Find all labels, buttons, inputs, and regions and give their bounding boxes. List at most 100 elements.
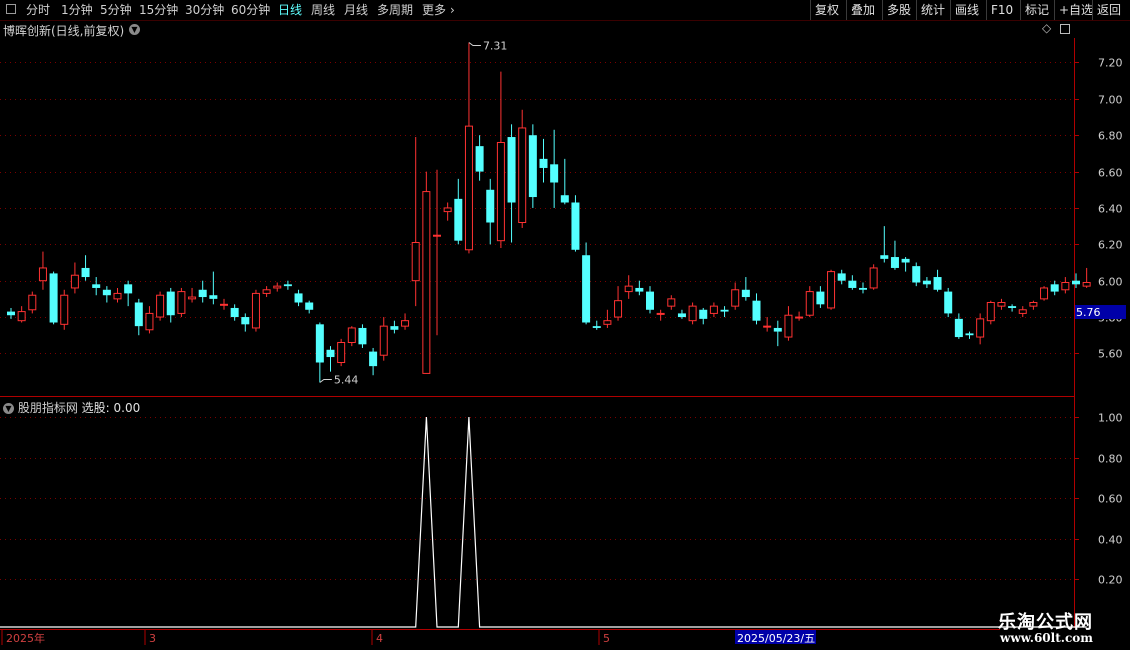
candle bbox=[262, 286, 271, 298]
multi-stock-button[interactable]: 多股 bbox=[882, 0, 916, 20]
candle bbox=[326, 346, 335, 372]
candle bbox=[251, 289, 260, 332]
candle bbox=[305, 300, 314, 314]
candle-body-down bbox=[677, 313, 686, 318]
candle-body-up bbox=[795, 316, 804, 319]
price-tick-label: 7.00 bbox=[1098, 94, 1123, 107]
candle bbox=[986, 300, 995, 325]
indicator-tick-label: 0.40 bbox=[1098, 534, 1123, 547]
time-axis-label: 4 bbox=[376, 632, 383, 645]
period-tab-5min[interactable]: 5分钟 bbox=[100, 2, 132, 18]
candle-body-up bbox=[156, 294, 165, 318]
candle-body-down bbox=[560, 195, 569, 203]
candle-body-down bbox=[92, 284, 101, 288]
price-tick-label: 6.80 bbox=[1098, 130, 1123, 143]
candle bbox=[81, 255, 90, 281]
candle bbox=[70, 262, 79, 294]
chevron-down-icon[interactable]: ▼ bbox=[129, 24, 140, 35]
chevron-down-icon[interactable]: ▼ bbox=[3, 403, 14, 414]
candle bbox=[390, 320, 399, 334]
candle-body-down bbox=[369, 351, 378, 367]
candle bbox=[603, 309, 612, 328]
cursor-date-label: 2025/05/23/五 bbox=[737, 632, 815, 645]
period-tab-daily[interactable]: 日线 bbox=[278, 2, 302, 18]
candle bbox=[209, 271, 218, 305]
candle bbox=[731, 282, 740, 310]
candle-body-up bbox=[869, 267, 878, 289]
candle bbox=[347, 326, 356, 347]
period-tab-multi[interactable]: 多周期 bbox=[377, 2, 413, 18]
period-tab-more[interactable]: 更多 bbox=[422, 2, 446, 18]
candle-body-up bbox=[443, 207, 452, 213]
candle-body-up bbox=[220, 303, 228, 306]
candle bbox=[1061, 277, 1070, 294]
indicator-tick-label: 0.20 bbox=[1098, 574, 1123, 587]
period-tab-fenshi[interactable]: 分时 bbox=[26, 2, 50, 18]
add-favorite-button[interactable]: +自选 bbox=[1054, 0, 1093, 20]
panel-layout-icon[interactable] bbox=[1060, 24, 1070, 34]
candle bbox=[411, 137, 420, 307]
candle-body-down bbox=[507, 137, 516, 203]
window-toggle-icon[interactable] bbox=[6, 4, 16, 14]
period-tab-60min[interactable]: 60分钟 bbox=[231, 2, 270, 18]
back-button[interactable]: 返回 bbox=[1092, 0, 1130, 20]
candle-body-up bbox=[17, 311, 26, 322]
diamond-icon[interactable]: ◇ bbox=[1042, 21, 1051, 35]
candle-body-down bbox=[752, 300, 761, 321]
candle-body-down bbox=[720, 309, 729, 312]
candle bbox=[28, 291, 37, 314]
candle bbox=[677, 309, 686, 319]
candle-body-down bbox=[912, 266, 921, 283]
candle-body-up bbox=[60, 294, 69, 325]
candle bbox=[720, 306, 729, 318]
chart-canvas[interactable]: 5.605.806.006.206.406.606.807.007.207.31… bbox=[0, 0, 1130, 650]
candle bbox=[741, 277, 750, 301]
candle bbox=[198, 280, 207, 303]
candle bbox=[1040, 286, 1049, 301]
candle-body-down bbox=[539, 158, 548, 168]
price-tick-label: 6.20 bbox=[1098, 239, 1123, 252]
period-tab-30min[interactable]: 30分钟 bbox=[185, 2, 224, 18]
f10-button[interactable]: F10 bbox=[986, 0, 1020, 20]
candle bbox=[486, 178, 495, 245]
candle bbox=[1008, 304, 1017, 312]
chevron-right-icon[interactable]: › bbox=[450, 2, 455, 18]
period-tab-monthly[interactable]: 月线 bbox=[344, 2, 368, 18]
candle-body-down bbox=[454, 198, 463, 241]
candle-body-down bbox=[198, 289, 207, 298]
price-tick-label: 6.60 bbox=[1098, 167, 1123, 180]
candle bbox=[550, 129, 559, 208]
candle bbox=[422, 171, 431, 374]
fuquan-button[interactable]: 复权 bbox=[810, 0, 846, 20]
candle-body-down bbox=[230, 307, 239, 318]
candle bbox=[880, 226, 889, 263]
period-tab-weekly[interactable]: 周线 bbox=[311, 2, 335, 18]
statistics-button[interactable]: 统计 bbox=[916, 0, 950, 20]
indicator-tick-label: 0.80 bbox=[1098, 453, 1123, 466]
candle bbox=[773, 320, 782, 347]
candle bbox=[624, 275, 633, 299]
indicator-tick-label: 0.60 bbox=[1098, 493, 1123, 506]
period-tab-15min[interactable]: 15分钟 bbox=[139, 2, 178, 18]
candle-body-up bbox=[709, 305, 718, 314]
candle-body-up bbox=[805, 291, 814, 316]
candle bbox=[954, 313, 963, 339]
candle-body-up bbox=[1040, 287, 1049, 300]
draw-line-button[interactable]: 画线 bbox=[950, 0, 986, 20]
candle bbox=[156, 291, 165, 321]
candle bbox=[933, 269, 942, 292]
current-price-label: 5.76 bbox=[1076, 306, 1101, 319]
candle-body-up bbox=[1082, 282, 1091, 287]
candle-body-up bbox=[688, 305, 697, 322]
period-tab-1min[interactable]: 1分钟 bbox=[61, 2, 93, 18]
mark-button[interactable]: 标记 bbox=[1020, 0, 1054, 20]
overlay-button[interactable]: 叠加 bbox=[846, 0, 882, 20]
candle bbox=[443, 202, 452, 221]
candle bbox=[60, 289, 69, 330]
candle-body-up bbox=[347, 327, 356, 344]
candle-body-down bbox=[1050, 284, 1059, 292]
candle-body-down bbox=[7, 311, 15, 316]
candle-body-down bbox=[965, 333, 974, 336]
candle bbox=[102, 286, 111, 303]
candle-body-down bbox=[635, 287, 644, 292]
